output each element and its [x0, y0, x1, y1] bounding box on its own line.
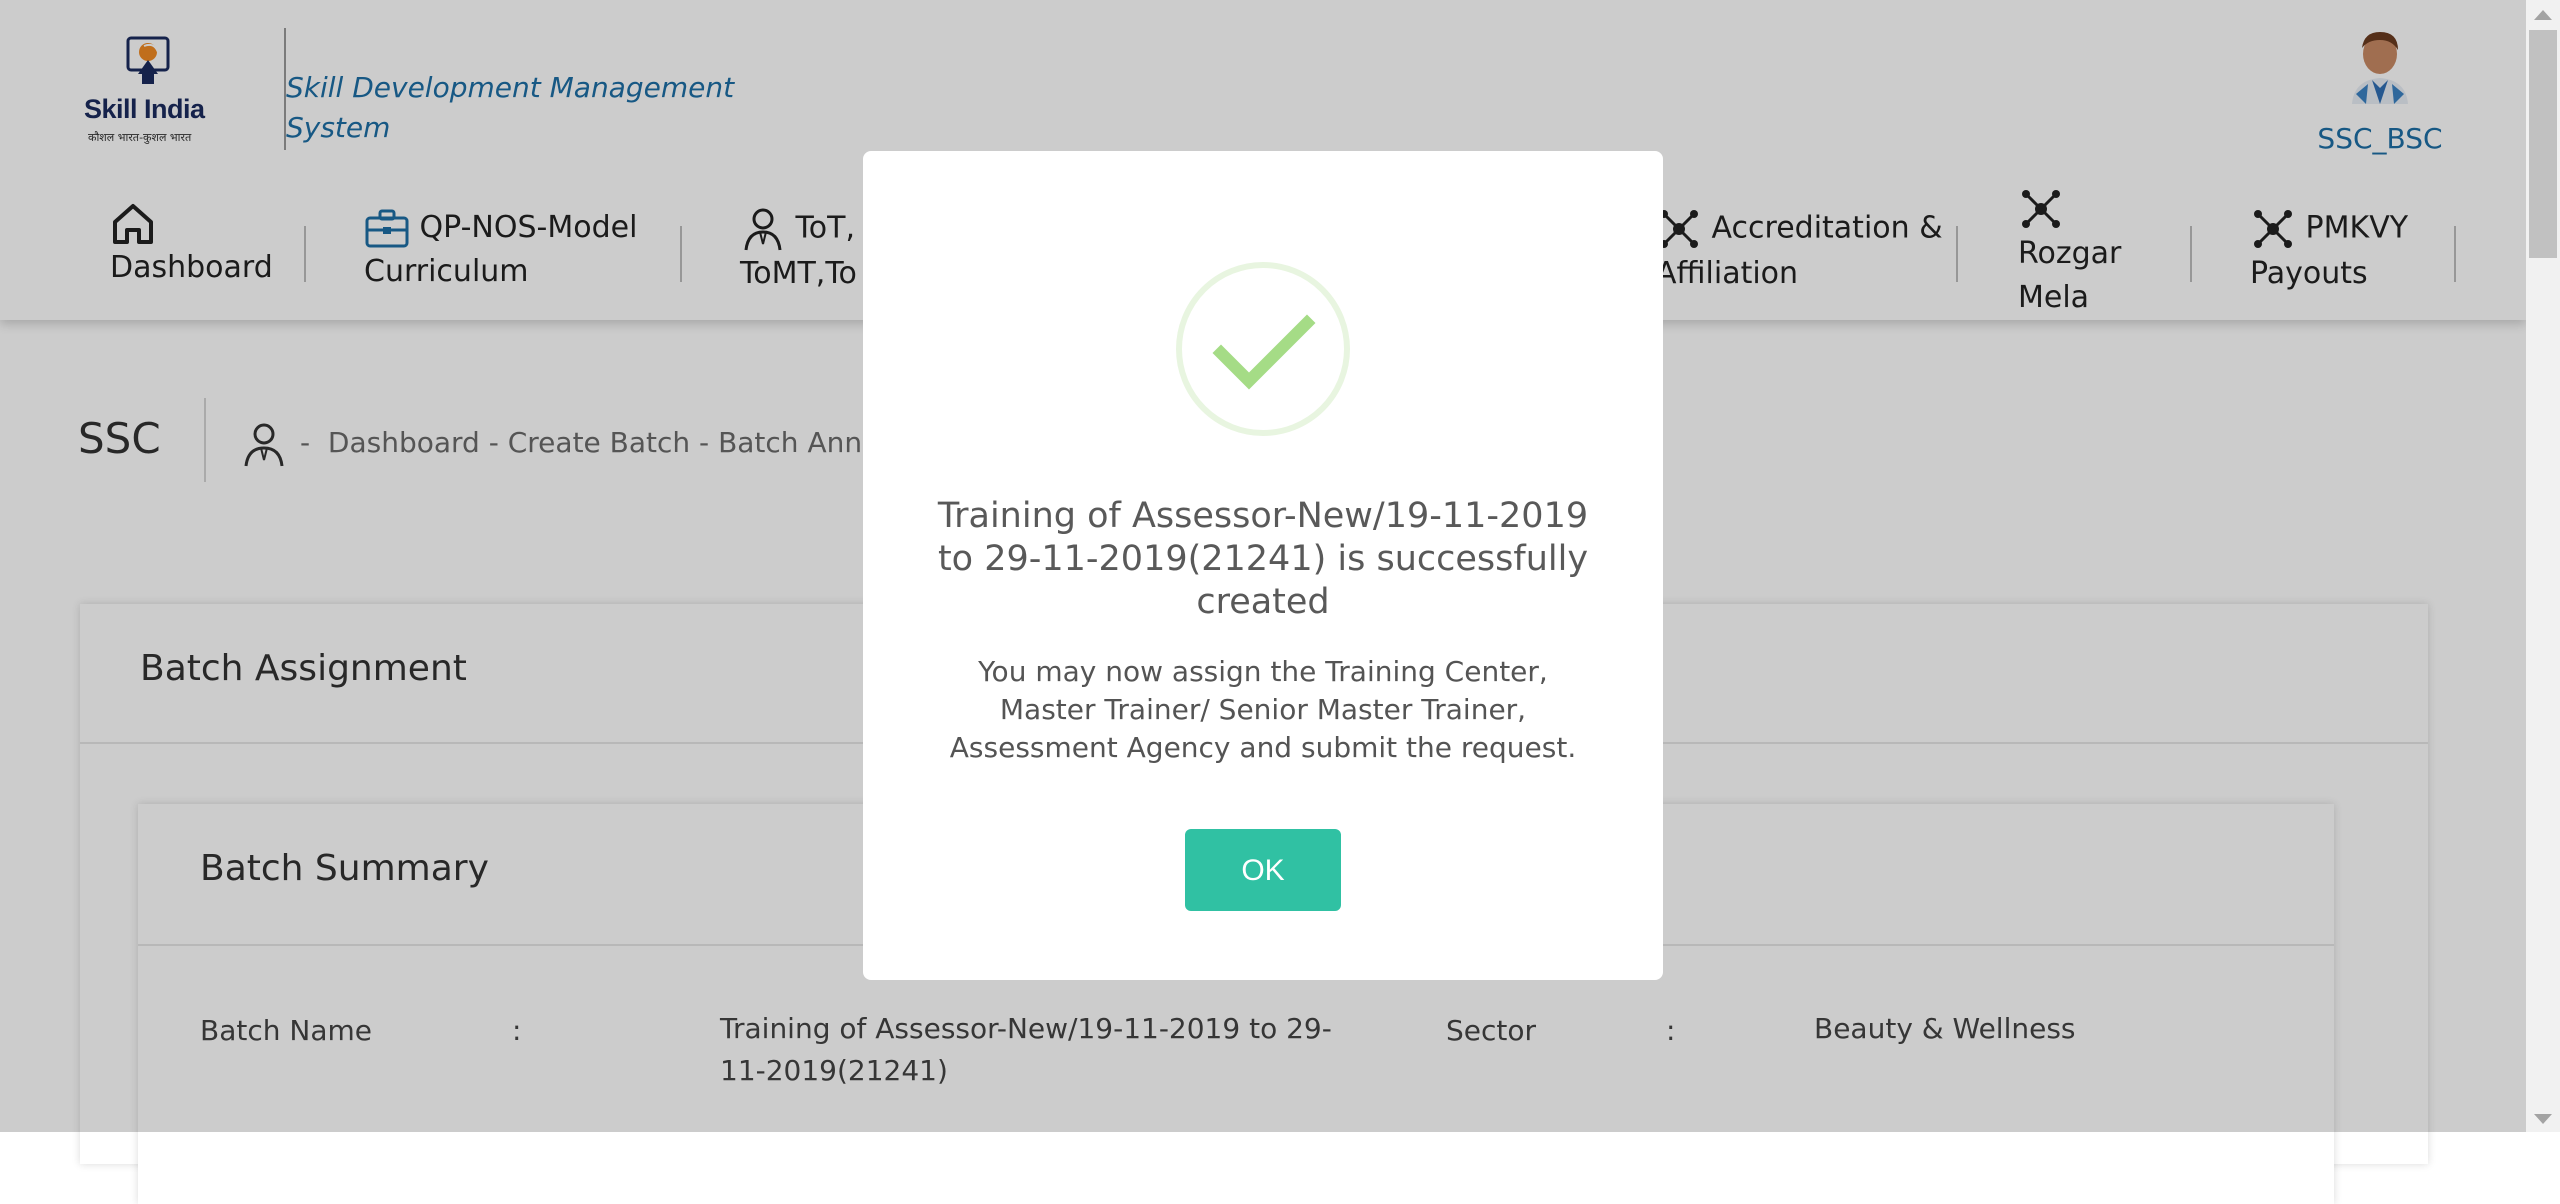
- scroll-up-arrow-icon[interactable]: [2534, 10, 2552, 20]
- success-check-icon: [1176, 262, 1350, 436]
- scroll-down-arrow-icon[interactable]: [2534, 1114, 2552, 1124]
- scrollbar-thumb[interactable]: [2529, 30, 2557, 258]
- dialog-title: Training of Assessor-New/19-11-2019 to 2…: [937, 496, 1589, 622]
- success-dialog: Training of Assessor-New/19-11-2019 to 2…: [863, 151, 1663, 980]
- dialog-message: You may now assign the Training Center, …: [949, 655, 1577, 764]
- ok-button[interactable]: OK: [1185, 829, 1341, 911]
